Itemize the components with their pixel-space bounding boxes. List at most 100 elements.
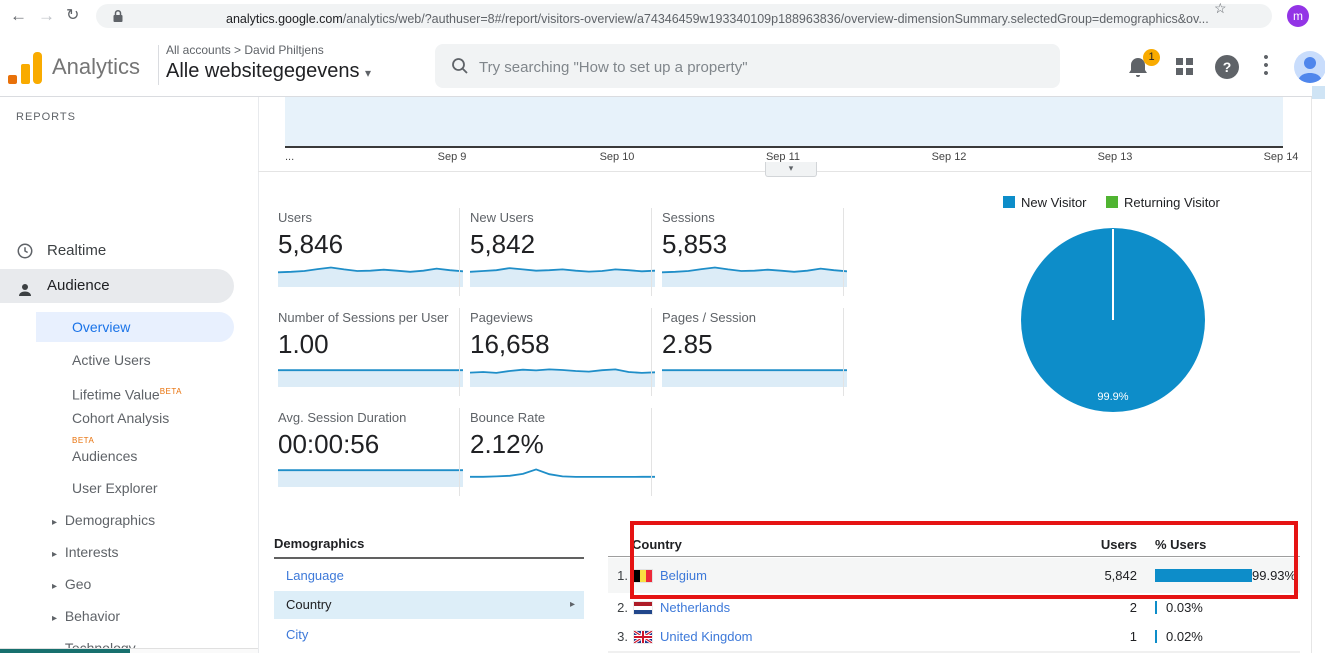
beta-badge: BETA — [72, 436, 94, 445]
demographics-item-city[interactable]: City — [274, 622, 584, 648]
sparkline — [278, 360, 463, 388]
visitor-type-pie-chart[interactable]: 99.9% — [1021, 228, 1205, 417]
axis-tick-label: ... — [285, 151, 294, 163]
reports-section-label: REPORTS — [16, 111, 76, 123]
country-link[interactable]: United Kingdom — [660, 629, 753, 644]
users-value: 1 — [1040, 629, 1137, 644]
reload-icon[interactable]: ↻ — [66, 0, 79, 32]
chevron-down-icon: ▾ — [789, 163, 794, 173]
scrollbar-track — [1311, 97, 1312, 653]
card-divider — [459, 208, 460, 296]
axis-tick-label: Sep 13 — [1075, 151, 1155, 163]
chart-collapse-handle[interactable]: ▾ — [765, 162, 817, 177]
sidebar-item-audiences[interactable]: Audiences — [72, 446, 137, 466]
sparkline — [662, 360, 847, 388]
users-value: 2 — [1040, 600, 1137, 615]
row-rank: 2. — [610, 600, 628, 615]
axis-tick-label: Sep 12 — [909, 151, 989, 163]
sidebar-item-active-users[interactable]: Active Users — [72, 350, 151, 370]
chevron-right-icon: ▸ — [570, 591, 575, 619]
sidebar-item-interests[interactable]: ▸ Interests — [52, 542, 119, 562]
account-avatar[interactable] — [1294, 51, 1325, 83]
lock-icon — [112, 9, 124, 28]
address-bar[interactable]: analytics.google.com/analytics/web/?auth… — [96, 4, 1272, 28]
sparkline — [470, 260, 655, 288]
sidebar: REPORTS ›Realtime ›Audience Overview Active… — [0, 97, 259, 653]
sidebar-item-geo[interactable]: ▸ Geo — [52, 574, 91, 594]
back-icon[interactable]: ← — [10, 0, 27, 32]
pct-value: 0.03% — [1166, 600, 1203, 615]
pct-bar — [1155, 601, 1157, 614]
chevron-right-icon: ▸ — [52, 549, 57, 560]
sidebar-item-overview[interactable]: Overview — [36, 312, 234, 342]
card-divider — [651, 408, 652, 496]
demographics-item-country[interactable]: Country ▸ — [274, 591, 584, 619]
sparkline — [470, 460, 655, 488]
card-divider — [843, 308, 844, 396]
country-link[interactable]: Netherlands — [660, 600, 730, 615]
scrollbar-thumb[interactable] — [1312, 86, 1325, 99]
axis-tick-label: Sep 9 — [412, 151, 492, 163]
timeline-area-chart[interactable] — [285, 97, 1283, 147]
legend-swatch-new-visitor — [1003, 196, 1015, 208]
url-path: /analytics/web/?authuser=8#/report/visit… — [343, 12, 1209, 26]
sidebar-item-demographics[interactable]: ▸ Demographics — [52, 510, 155, 530]
bookmark-star-icon[interactable]: ☆ — [1214, 0, 1227, 17]
sidebar-item-behavior[interactable]: ▸ Behavior — [52, 606, 120, 626]
card-divider — [459, 308, 460, 396]
forward-icon[interactable]: → — [38, 0, 55, 32]
search-icon — [451, 57, 469, 80]
chevron-down-icon: ▾ — [365, 66, 371, 80]
chevron-right-icon: ▸ — [52, 613, 57, 624]
chevron-right-icon: ▸ — [52, 581, 57, 592]
header-divider — [158, 45, 159, 85]
sparkline — [470, 360, 655, 388]
sidebar-item-user-explorer[interactable]: User Explorer — [72, 478, 158, 498]
screen: ← → ↻ analytics.google.com/analytics/web… — [0, 0, 1325, 653]
axis-tick-label: Sep 10 — [577, 151, 657, 163]
card-divider — [651, 308, 652, 396]
help-icon[interactable]: ? — [1215, 55, 1239, 79]
search-bar[interactable] — [435, 44, 1060, 88]
sidebar-item-audience[interactable]: ›Audience — [0, 269, 234, 303]
legend-swatch-returning-visitor — [1106, 196, 1118, 208]
pct-bar — [1155, 630, 1157, 643]
row-rank: 3. — [610, 629, 628, 644]
product-name: Analytics — [52, 54, 140, 80]
sparkline — [278, 260, 463, 288]
breadcrumb[interactable]: All accounts > David Philtjens — [166, 43, 324, 57]
sidebar-item-realtime[interactable]: ›Realtime — [0, 238, 258, 264]
card-divider — [843, 208, 844, 296]
search-input[interactable] — [477, 44, 1041, 90]
axis-tick-label: Sep 14 — [1241, 151, 1321, 163]
chevron-right-icon: ▸ — [52, 517, 57, 528]
analytics-logo-icon — [21, 64, 30, 84]
card-divider — [459, 408, 460, 496]
pct-value: 0.02% — [1166, 629, 1203, 644]
sidebar-item-lifetime-value[interactable]: Lifetime ValueBETA — [72, 382, 182, 402]
beta-badge: BETA — [160, 387, 182, 396]
browser-toolbar: ← → ↻ analytics.google.com/analytics/web… — [0, 0, 1325, 33]
legend-label-new-visitor: New Visitor — [1021, 195, 1087, 210]
demographics-item-language[interactable]: Language — [274, 563, 584, 589]
flag-icon-nl — [634, 602, 652, 614]
analytics-logo-icon — [8, 75, 17, 84]
kebab-menu-icon[interactable]: ••• — [1261, 54, 1271, 80]
annotation-red-box — [630, 521, 1298, 599]
property-selector[interactable]: Alle websitegegevens ▾ — [166, 60, 371, 83]
sidebar-scrollbar-thumb[interactable] — [0, 649, 130, 653]
flag-icon-gb — [634, 631, 652, 643]
pie-data-label: 99.9% — [1097, 391, 1128, 403]
url-text: analytics.google.com/analytics/web/?auth… — [226, 12, 1325, 26]
notification-badge: 1 — [1143, 49, 1160, 66]
sparkline — [662, 260, 847, 288]
browser-profile-avatar[interactable]: m — [1287, 5, 1309, 27]
person-icon — [16, 277, 34, 311]
legend-label-returning-visitor: Returning Visitor — [1124, 195, 1220, 210]
timeline-axis — [285, 146, 1283, 148]
clock-icon — [16, 242, 34, 268]
sidebar-item-cohort-analysis[interactable]: Cohort AnalysisBETA — [72, 408, 169, 428]
apps-grid-icon[interactable] — [1176, 58, 1193, 75]
row-rank: 1. — [610, 568, 628, 583]
url-host: analytics.google.com — [226, 12, 343, 26]
